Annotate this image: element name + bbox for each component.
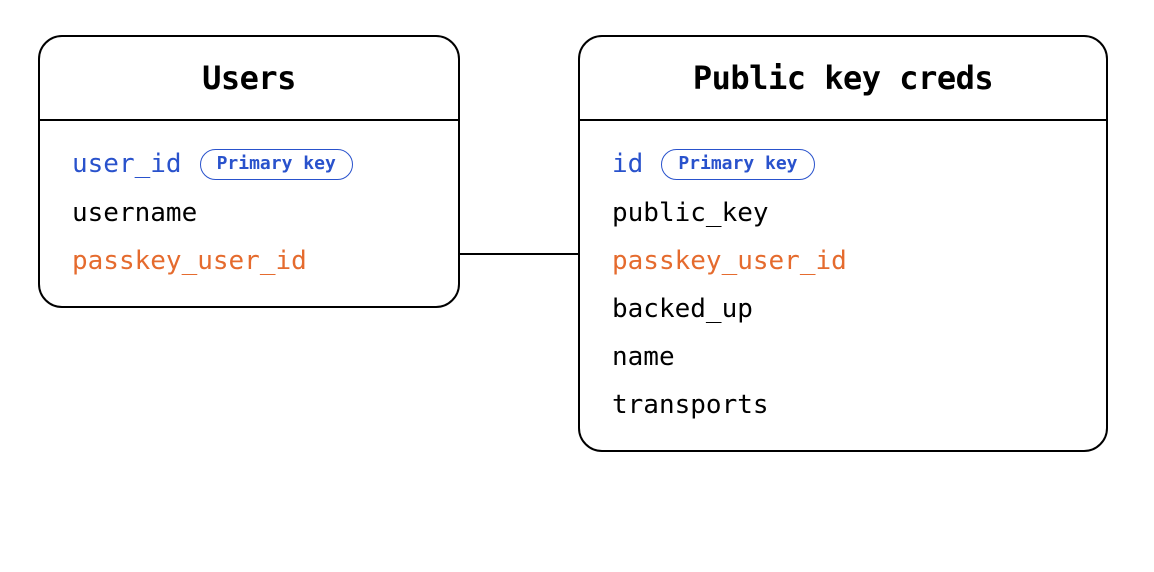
- entity-users: Users user_id Primary key username passk…: [38, 35, 460, 308]
- entity-creds-body: id Primary key public_key passkey_user_i…: [580, 121, 1106, 450]
- entity-public-key-creds: Public key creds id Primary key public_k…: [578, 35, 1108, 452]
- field-row: id Primary key: [612, 149, 1074, 180]
- field-row: user_id Primary key: [72, 149, 426, 180]
- field-backed-up: backed_up: [612, 294, 753, 324]
- entity-users-header: Users: [40, 37, 458, 121]
- entity-creds-header: Public key creds: [580, 37, 1106, 121]
- field-passkey-user-id: passkey_user_id: [612, 246, 847, 276]
- entity-users-body: user_id Primary key username passkey_use…: [40, 121, 458, 306]
- field-row: passkey_user_id: [612, 246, 1074, 276]
- field-row: passkey_user_id: [72, 246, 426, 276]
- field-passkey-user-id: passkey_user_id: [72, 246, 307, 276]
- field-row: backed_up: [612, 294, 1074, 324]
- field-public-key: public_key: [612, 198, 769, 228]
- primary-key-badge: Primary key: [200, 149, 353, 180]
- entity-creds-title: Public key creds: [600, 59, 1086, 97]
- field-row: username: [72, 198, 426, 228]
- field-username: username: [72, 198, 197, 228]
- field-row: public_key: [612, 198, 1074, 228]
- field-id: id: [612, 149, 643, 179]
- field-user-id: user_id: [72, 149, 182, 179]
- entity-users-title: Users: [60, 59, 438, 97]
- primary-key-badge: Primary key: [661, 149, 814, 180]
- relation-connector: [460, 253, 578, 255]
- field-row: transports: [612, 390, 1074, 420]
- field-name: name: [612, 342, 675, 372]
- field-row: name: [612, 342, 1074, 372]
- field-transports: transports: [612, 390, 769, 420]
